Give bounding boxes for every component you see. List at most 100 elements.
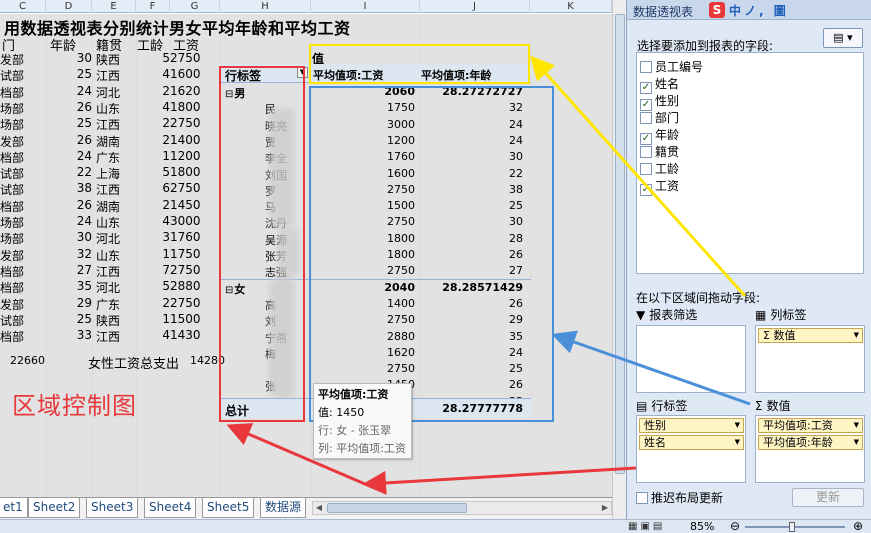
cell-dept[interactable]: 场部	[0, 214, 24, 231]
column-chip-values[interactable]: Σ 数值 ▼	[758, 328, 863, 343]
cell-origin[interactable]: 河北	[96, 230, 120, 247]
cell-salary[interactable]: 1800	[170, 100, 218, 114]
cell-salary[interactable]: 1800	[170, 165, 218, 179]
cell-salary[interactable]: 1620	[170, 84, 218, 98]
field-item[interactable]: 工龄	[640, 160, 679, 177]
field-item[interactable]: 员工编号	[640, 58, 703, 75]
cell-dept[interactable]: 档部	[0, 84, 24, 101]
cell-origin[interactable]: 湖南	[96, 198, 120, 215]
cell-age[interactable]: 38	[52, 181, 92, 195]
cell-age[interactable]: 32	[52, 247, 92, 261]
horizontal-scrollbar[interactable]: ◀ ▶	[312, 501, 612, 515]
cell-age[interactable]: 24	[52, 214, 92, 228]
cell-age[interactable]: 25	[52, 116, 92, 130]
checkbox-icon[interactable]	[640, 61, 652, 73]
col-header-c[interactable]: C	[0, 0, 46, 13]
col-header-j[interactable]: J	[420, 0, 530, 13]
cell-salary[interactable]: 1750	[170, 247, 218, 261]
sheet-tab-1[interactable]: et1	[0, 498, 28, 518]
pivot-group-row[interactable]: 男 2060 28.27272727	[221, 84, 531, 100]
cell-years[interactable]: 2	[140, 84, 170, 98]
checkbox-icon[interactable]	[636, 492, 648, 504]
cell-years[interactable]: 5	[140, 279, 170, 293]
field-item[interactable]: 部门	[640, 109, 679, 126]
col-header-k[interactable]: K	[530, 0, 612, 13]
cell-years[interactable]: 3	[140, 230, 170, 244]
col-header-i[interactable]: I	[311, 0, 420, 13]
scroll-left-icon[interactable]: ◀	[313, 502, 325, 514]
cell-age[interactable]: 27	[52, 263, 92, 277]
cell-age[interactable]: 29	[52, 296, 92, 310]
cell-origin[interactable]: 山东	[96, 247, 120, 264]
sheet-tab-5[interactable]: Sheet5	[202, 498, 255, 518]
field-item[interactable]: ✓ 性别	[640, 92, 679, 111]
cell-salary[interactable]: 2750	[170, 51, 218, 65]
cell-salary[interactable]: 3000	[170, 214, 218, 228]
chip-dropdown-icon[interactable]: ▼	[854, 329, 859, 342]
spreadsheet[interactable]: C D E F G H I J K 用数据透视表分别统计男女平均年龄和平均工资 …	[0, 0, 612, 533]
cell-origin[interactable]: 广东	[96, 296, 120, 313]
cell-dept[interactable]: 发部	[0, 296, 24, 313]
cell-dept[interactable]: 试部	[0, 181, 24, 198]
cell-years[interactable]: 1	[140, 247, 170, 261]
cell-years[interactable]: 5	[140, 51, 170, 65]
chip-dropdown-icon[interactable]: ▼	[735, 419, 740, 432]
cell-salary[interactable]: 1430	[170, 328, 218, 342]
cell-salary[interactable]: 2750	[170, 181, 218, 195]
cell-years[interactable]: 2	[140, 116, 170, 130]
pivot-item-row[interactable]: 张芳 1800 26	[221, 247, 531, 263]
row-chip-name[interactable]: 姓名 ▼	[639, 435, 744, 450]
column-zone[interactable]: Σ 数值 ▼	[755, 325, 865, 393]
row-chip-gender[interactable]: 性别 ▼	[639, 418, 744, 433]
pivot-row-label[interactable]: 行标签	[225, 67, 261, 84]
pivot-item-row[interactable]: 宁燕288035	[221, 329, 531, 345]
cell-origin[interactable]: 江西	[96, 116, 120, 133]
cell-years[interactable]: 1	[140, 149, 170, 163]
cell-origin[interactable]: 江西	[96, 263, 120, 280]
cell-origin[interactable]: 江西	[96, 328, 120, 345]
cell-salary[interactable]: 2880	[170, 279, 218, 293]
cell-dept[interactable]: 档部	[0, 328, 24, 345]
cell-years[interactable]: 6	[140, 181, 170, 195]
pivot-col-salary-header[interactable]: 平均值项:工资	[313, 67, 383, 83]
col-header-f[interactable]: F	[136, 0, 170, 13]
chip-dropdown-icon[interactable]: ▼	[735, 436, 740, 449]
cell-salary[interactable]: 2750	[170, 116, 218, 130]
field-item[interactable]: ✓ 工资	[640, 177, 679, 196]
cell-years[interactable]: 5	[140, 165, 170, 179]
col-header-d[interactable]: D	[46, 0, 92, 13]
cell-dept[interactable]: 档部	[0, 198, 24, 215]
cell-dept[interactable]: 试部	[0, 165, 24, 182]
cell-origin[interactable]: 陕西	[96, 51, 120, 68]
cell-origin[interactable]: 陕西	[96, 312, 120, 329]
cell-dept[interactable]: 场部	[0, 230, 24, 247]
pivot-item-row[interactable]: 志强 2750 27	[221, 263, 531, 279]
col-header-h[interactable]: H	[220, 0, 311, 13]
cell-years[interactable]: 4	[140, 214, 170, 228]
cell-years[interactable]: 2	[140, 198, 170, 212]
cell-salary[interactable]: 1450	[170, 198, 218, 212]
cell-salary[interactable]: 1400	[170, 133, 218, 147]
checkbox-checked-icon[interactable]: ✓	[640, 184, 652, 196]
row-zone[interactable]: 性别 ▼ 姓名 ▼	[636, 415, 746, 483]
scroll-right-icon[interactable]: ▶	[599, 502, 611, 514]
cell-origin[interactable]: 湖南	[96, 133, 120, 150]
cell-dept[interactable]: 试部	[0, 312, 24, 329]
update-button[interactable]: 更新	[792, 488, 864, 507]
pivot-item-row[interactable]: 吴源 1800 28	[221, 231, 531, 247]
cell-age[interactable]: 25	[52, 67, 92, 81]
sheet-tab-data-source[interactable]: 数据源	[260, 498, 307, 518]
cell-years[interactable]: 4	[140, 67, 170, 81]
pivot-item-row[interactable]: 贾120024	[221, 133, 531, 149]
cell-dept[interactable]: 试部	[0, 67, 24, 84]
values-zone[interactable]: 平均值项:工资 ▼ 平均值项:年龄 ▼	[755, 415, 865, 483]
cell-dept[interactable]: 发部	[0, 247, 24, 264]
defer-update-checkbox[interactable]: 推迟布局更新	[636, 489, 723, 506]
pivot-item-row[interactable]: 刘国160022	[221, 166, 531, 182]
ime-status[interactable]: 中ノ, 圖	[729, 2, 789, 19]
value-chip-avg-age[interactable]: 平均值项:年龄 ▼	[758, 435, 863, 450]
cell-age[interactable]: 30	[52, 51, 92, 65]
cell-origin[interactable]: 河北	[96, 84, 120, 101]
cell-age[interactable]: 26	[52, 133, 92, 147]
checkbox-icon[interactable]	[640, 146, 652, 158]
